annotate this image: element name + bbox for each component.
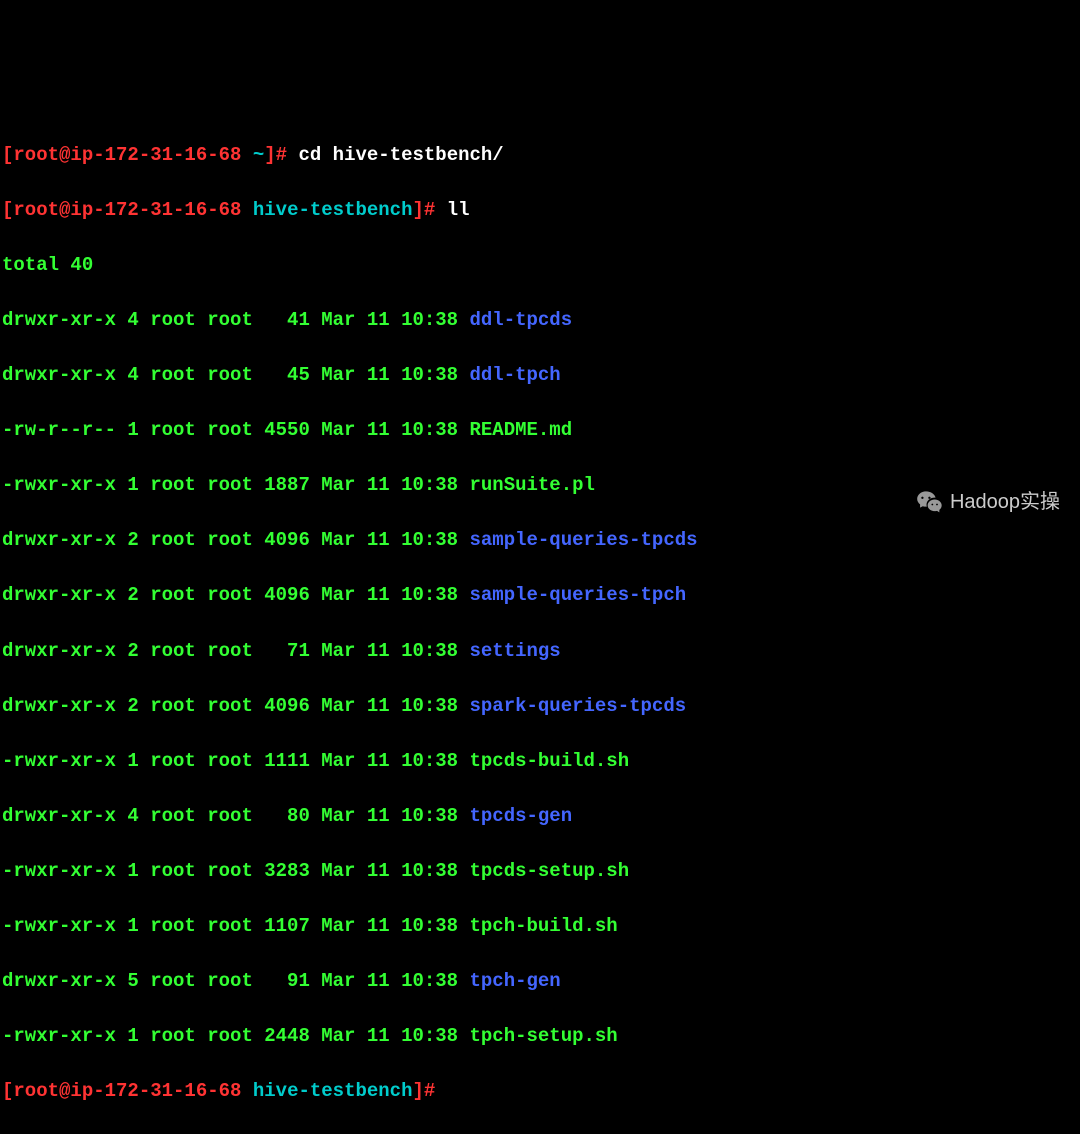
file-meta: drwxr-xr-x 2 root root 4096 Mar 11 10:38 xyxy=(2,584,469,606)
listing-row: -rwxr-xr-x 1 root root 1111 Mar 11 10:38… xyxy=(2,748,1078,776)
user-host: root@ip-172-31-16-68 xyxy=(13,1080,241,1102)
cwd: hive-testbench xyxy=(253,1080,413,1102)
dir-name: ddl-tpcds xyxy=(469,309,572,331)
file-meta: -rwxr-xr-x 1 root root 1111 Mar 11 10:38 xyxy=(2,750,469,772)
file-meta: drwxr-xr-x 4 root root 41 Mar 11 10:38 xyxy=(2,309,469,331)
dir-name: spark-queries-tpcds xyxy=(469,695,686,717)
exec-name: runSuite.pl xyxy=(469,474,594,496)
exec-name: tpcds-build.sh xyxy=(469,750,629,772)
watermark: Hadoop实操 xyxy=(916,488,1060,517)
exec-name: tpcds-setup.sh xyxy=(469,860,629,882)
space xyxy=(241,199,252,221)
dir-name: tpch-gen xyxy=(469,970,560,992)
file-meta: drwxr-xr-x 5 root root 91 Mar 11 10:38 xyxy=(2,970,469,992)
listing-row: drwxr-xr-x 2 root root 4096 Mar 11 10:38… xyxy=(2,693,1078,721)
prompt-line-1: [root@ip-172-31-16-68 ~]# cd hive-testbe… xyxy=(2,142,1078,170)
exec-name: tpch-setup.sh xyxy=(469,1025,617,1047)
exec-name: tpch-build.sh xyxy=(469,915,617,937)
user-host: root@ip-172-31-16-68 xyxy=(13,144,241,166)
bracket: ]# xyxy=(413,199,436,221)
bracket: [ xyxy=(2,1080,13,1102)
bracket: ]# xyxy=(264,144,287,166)
total-line: total 40 xyxy=(2,252,1078,280)
file-meta: drwxr-xr-x 4 root root 45 Mar 11 10:38 xyxy=(2,364,469,386)
cwd: hive-testbench xyxy=(253,199,413,221)
space xyxy=(241,144,252,166)
file-name: README.md xyxy=(469,419,572,441)
listing-row: drwxr-xr-x 2 root root 4096 Mar 11 10:38… xyxy=(2,582,1078,610)
file-meta: -rwxr-xr-x 1 root root 2448 Mar 11 10:38 xyxy=(2,1025,469,1047)
file-meta: -rwxr-xr-x 1 root root 1107 Mar 11 10:38 xyxy=(2,915,469,937)
cwd: ~ xyxy=(253,144,264,166)
bracket: [ xyxy=(2,199,13,221)
file-meta: -rwxr-xr-x 1 root root 1887 Mar 11 10:38 xyxy=(2,474,469,496)
watermark-text: Hadoop实操 xyxy=(950,488,1060,517)
file-meta: -rwxr-xr-x 1 root root 3283 Mar 11 10:38 xyxy=(2,860,469,882)
listing-row: drwxr-xr-x 2 root root 71 Mar 11 10:38 s… xyxy=(2,638,1078,666)
command-text: ll xyxy=(435,199,469,221)
listing-row: drwxr-xr-x 4 root root 41 Mar 11 10:38 d… xyxy=(2,307,1078,335)
prompt-line-3[interactable]: [root@ip-172-31-16-68 hive-testbench]# xyxy=(2,1078,1078,1106)
file-meta: drwxr-xr-x 2 root root 71 Mar 11 10:38 xyxy=(2,640,469,662)
listing-row: drwxr-xr-x 4 root root 45 Mar 11 10:38 d… xyxy=(2,362,1078,390)
dir-name: settings xyxy=(469,640,560,662)
file-meta: -rw-r--r-- 1 root root 4550 Mar 11 10:38 xyxy=(2,419,469,441)
listing-row: -rwxr-xr-x 1 root root 3283 Mar 11 10:38… xyxy=(2,858,1078,886)
bracket: ]# xyxy=(413,1080,436,1102)
terminal-output[interactable]: [root@ip-172-31-16-68 ~]# cd hive-testbe… xyxy=(2,114,1078,1133)
listing-row: -rw-r--r-- 1 root root 4550 Mar 11 10:38… xyxy=(2,417,1078,445)
bracket: [ xyxy=(2,144,13,166)
file-meta: drwxr-xr-x 2 root root 4096 Mar 11 10:38 xyxy=(2,529,469,551)
space xyxy=(241,1080,252,1102)
dir-name: sample-queries-tpch xyxy=(469,584,686,606)
prompt-line-2: [root@ip-172-31-16-68 hive-testbench]# l… xyxy=(2,197,1078,225)
file-meta: drwxr-xr-x 2 root root 4096 Mar 11 10:38 xyxy=(2,695,469,717)
dir-name: sample-queries-tpcds xyxy=(469,529,697,551)
dir-name: ddl-tpch xyxy=(469,364,560,386)
listing-row: drwxr-xr-x 4 root root 80 Mar 11 10:38 t… xyxy=(2,803,1078,831)
user-host: root@ip-172-31-16-68 xyxy=(13,199,241,221)
command-text: cd hive-testbench/ xyxy=(287,144,504,166)
listing-row: drwxr-xr-x 5 root root 91 Mar 11 10:38 t… xyxy=(2,968,1078,996)
listing-row: -rwxr-xr-x 1 root root 1107 Mar 11 10:38… xyxy=(2,913,1078,941)
listing-row: -rwxr-xr-x 1 root root 2448 Mar 11 10:38… xyxy=(2,1023,1078,1051)
file-meta: drwxr-xr-x 4 root root 80 Mar 11 10:38 xyxy=(2,805,469,827)
dir-name: tpcds-gen xyxy=(469,805,572,827)
listing-row: drwxr-xr-x 2 root root 4096 Mar 11 10:38… xyxy=(2,527,1078,555)
wechat-icon xyxy=(916,489,944,517)
